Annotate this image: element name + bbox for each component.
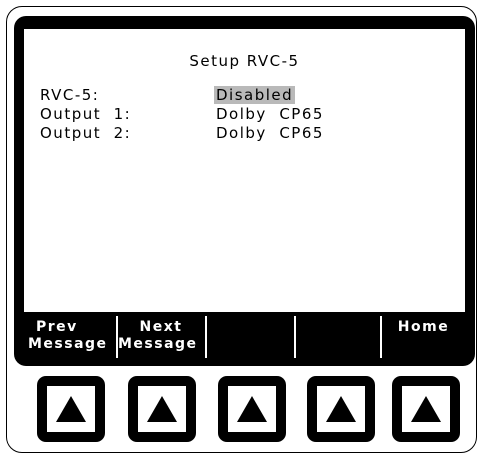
softkey-bar: Prev Message Next Message Home: [24, 316, 465, 358]
softkey-prev-message[interactable]: Prev Message: [28, 316, 114, 358]
softkey-next-message[interactable]: Next Message: [118, 316, 204, 358]
setting-row-output-1[interactable]: Output 1: Dolby CP65: [24, 105, 465, 124]
up-arrow-icon: [147, 396, 177, 422]
softkey-label-line1: Next: [139, 319, 183, 335]
softkey-label-line1: Prev: [36, 319, 78, 335]
setting-label: Output 2:: [40, 124, 132, 142]
softkey-label-line1: Home: [397, 319, 450, 335]
up-arrow-icon: [326, 396, 356, 422]
softkey-blank-4[interactable]: [296, 316, 380, 358]
softkey-home[interactable]: Home: [382, 316, 465, 358]
softkey-label-line2: Message: [118, 336, 198, 352]
setting-label: RVC-5:: [40, 86, 100, 104]
setting-value[interactable]: Dolby CP65: [216, 124, 324, 142]
up-arrow-icon: [411, 396, 441, 422]
up-arrow-icon: [237, 396, 267, 422]
setting-row-rvc5[interactable]: RVC-5: Disabled: [24, 86, 465, 105]
softkey-button-5[interactable]: [392, 376, 460, 442]
lcd-screen: Setup RVC-5 RVC-5: Disabled Output 1: Do…: [24, 29, 465, 312]
setting-row-output-2[interactable]: Output 2: Dolby CP65: [24, 124, 465, 143]
softkey-button-4[interactable]: [307, 376, 375, 442]
softkey-button-1[interactable]: [37, 376, 105, 442]
setting-value[interactable]: Dolby CP65: [216, 105, 324, 123]
screen-title: Setup RVC-5: [189, 52, 300, 70]
softkey-label-line2: Message: [28, 336, 108, 352]
softkey-button-3[interactable]: [218, 376, 286, 442]
setting-value-selected[interactable]: Disabled: [214, 86, 296, 104]
up-arrow-icon: [56, 396, 86, 422]
softkey-button-2[interactable]: [128, 376, 196, 442]
softkey-blank-3[interactable]: [207, 316, 293, 358]
setting-label: Output 1:: [40, 105, 132, 123]
